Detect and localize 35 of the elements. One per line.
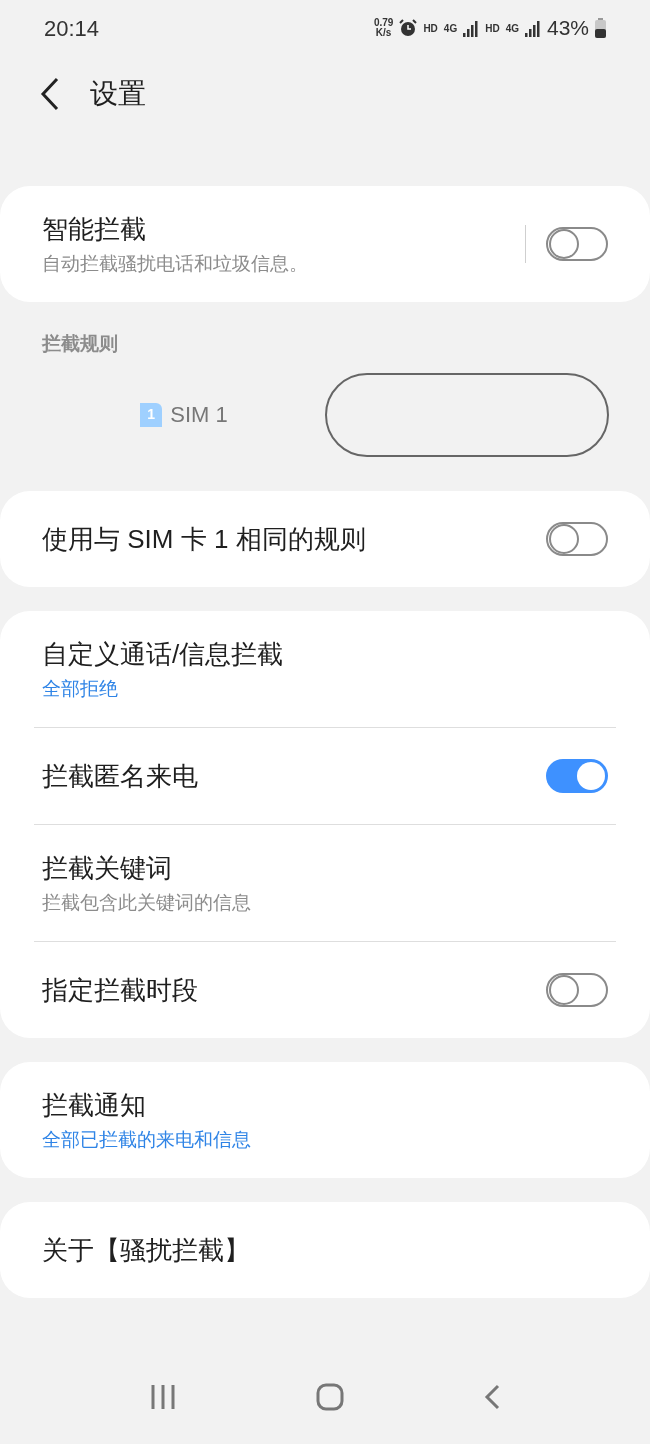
toggle-switch[interactable] <box>546 227 608 261</box>
network-type: 4G <box>505 21 519 36</box>
sim-badge: 1 <box>140 402 163 427</box>
sim-tab[interactable] <box>325 372 609 457</box>
setting-title: 使用与 SIM 卡 1 相同的规则 <box>42 522 367 556</box>
battery-icon <box>595 18 606 38</box>
setting-title: 拦截通知 <box>42 1088 147 1122</box>
setting-subtitle: 拦截包含此关键词的信息 <box>42 890 252 915</box>
setting-subtitle: 全部拒绝 <box>42 676 119 701</box>
recent-apps-icon[interactable] <box>150 1384 176 1410</box>
back-icon[interactable] <box>40 77 60 111</box>
network-type: 4G <box>443 21 458 36</box>
section-header: 拦截规则 <box>40 332 119 356</box>
setting-title: 自定义通话/信息拦截 <box>42 637 285 671</box>
setting-title: 指定拦截时段 <box>42 973 199 1007</box>
hd-label: HD <box>485 21 500 36</box>
setting-title: 关于【骚扰拦截】 <box>42 1233 251 1267</box>
hd-label: HD <box>423 21 438 36</box>
setting-title: 拦截匿名来电 <box>42 759 199 793</box>
setting-subtitle: 自动拦截骚扰电话和垃圾信息。 <box>42 252 309 276</box>
signal-icon <box>524 19 541 37</box>
toggle-switch[interactable] <box>546 758 608 793</box>
battery-percent: 43% <box>546 15 589 42</box>
toggle-switch[interactable] <box>546 972 608 1007</box>
setting-subtitle: 全部已拦截的来电和信息 <box>42 1127 252 1152</box>
setting-title: 智能拦截 <box>42 213 147 246</box>
alarm-icon <box>399 19 418 37</box>
clock: 20:14 <box>44 14 100 43</box>
page-title: 设置 <box>90 77 146 111</box>
sim-tab[interactable]: 1 SIM 1 <box>42 372 326 457</box>
home-icon[interactable] <box>316 1383 344 1411</box>
setting-title: 拦截关键词 <box>42 851 173 885</box>
toggle-switch[interactable] <box>546 521 608 556</box>
network-speed: 0.79 K/s <box>373 18 394 38</box>
signal-icon <box>463 19 480 37</box>
